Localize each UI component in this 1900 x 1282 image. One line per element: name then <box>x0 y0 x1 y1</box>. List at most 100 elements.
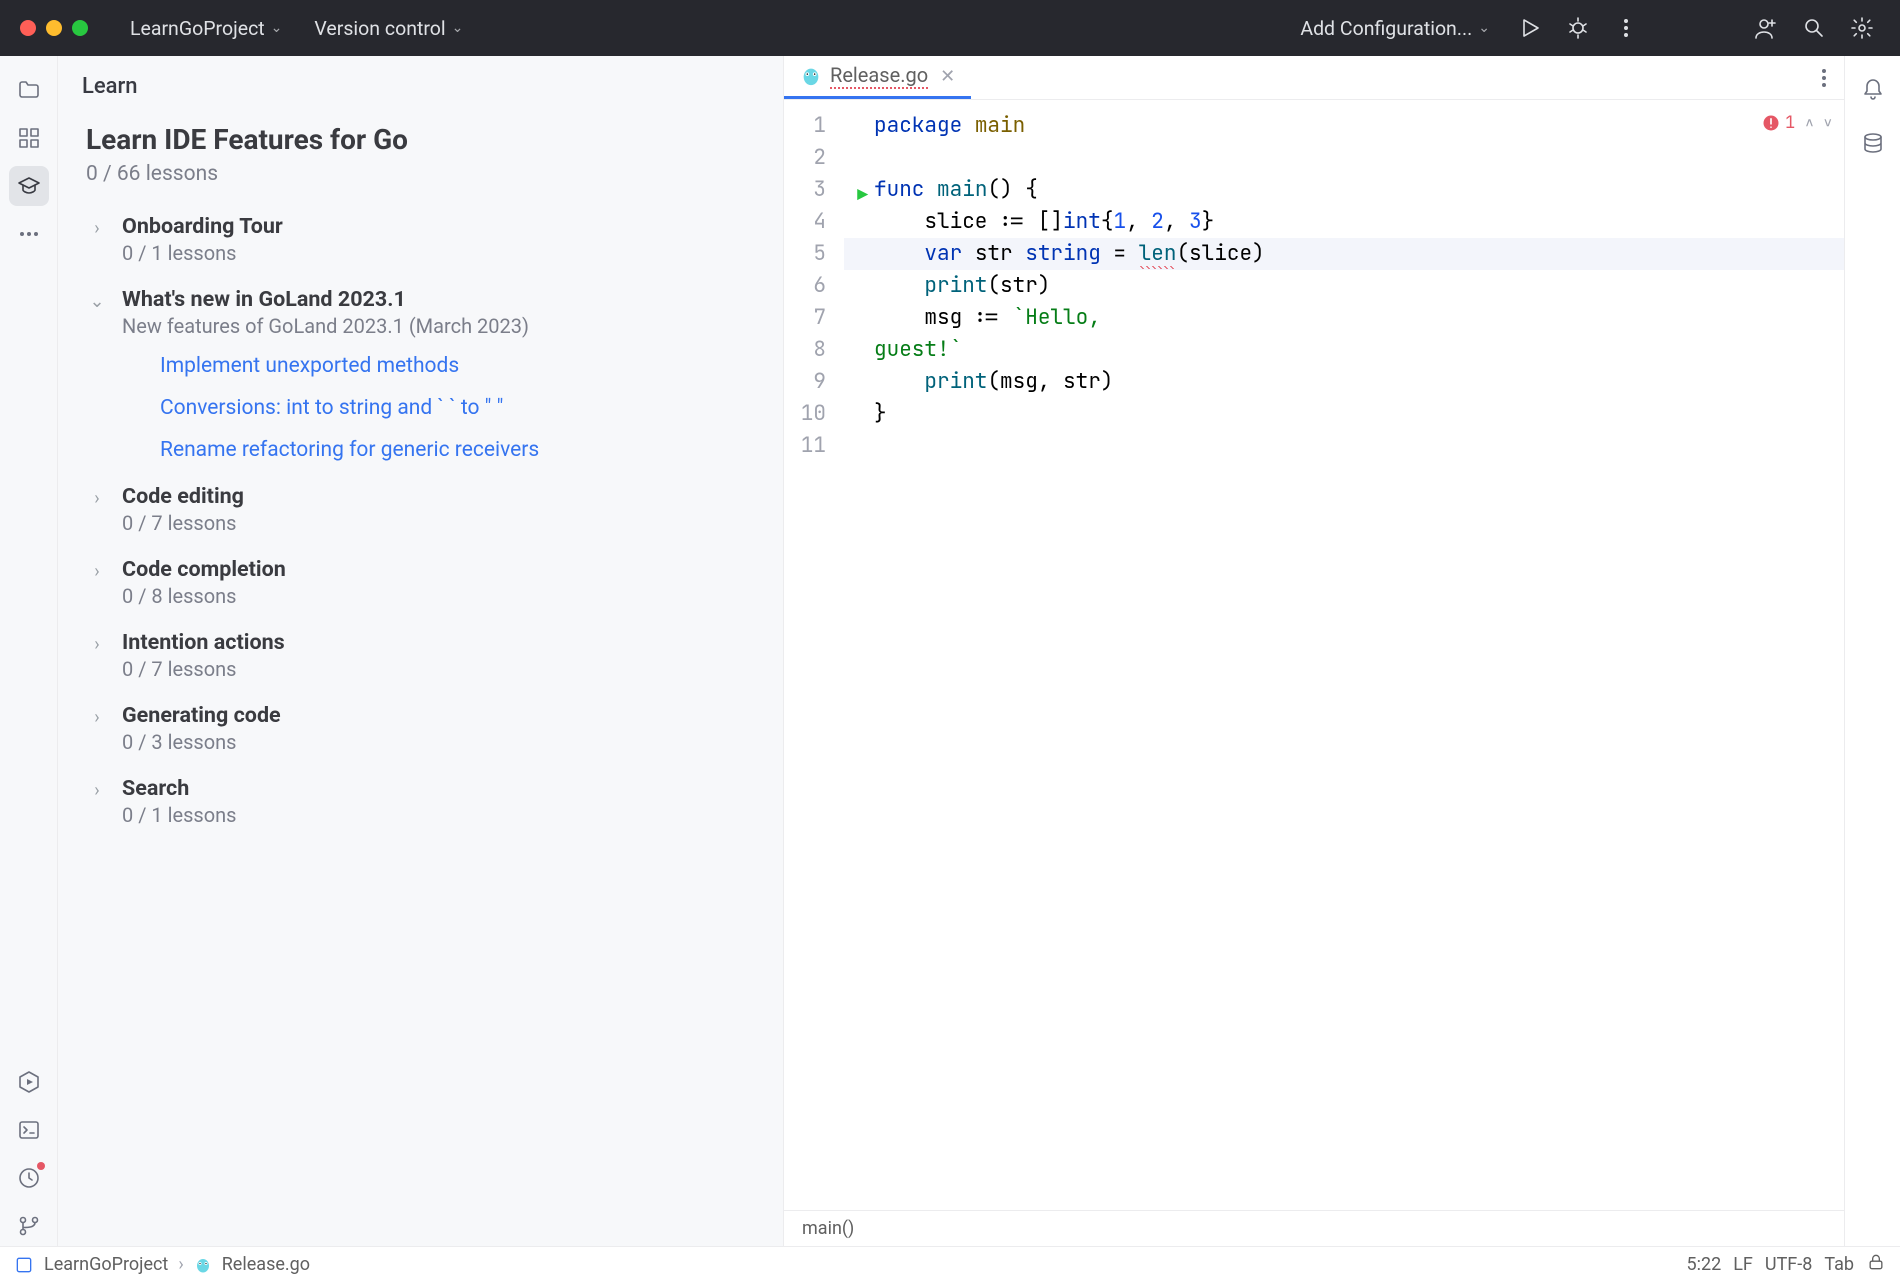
navbar-breadcrumb[interactable]: LearnGoProject › Release.go <box>14 1254 310 1275</box>
services-tool-button[interactable] <box>9 1062 49 1102</box>
chevron-right-icon: › <box>86 703 108 728</box>
line-separator[interactable]: LF <box>1733 1254 1753 1275</box>
bug-icon <box>1566 16 1590 40</box>
readonly-toggle[interactable] <box>1866 1252 1886 1277</box>
module-icon <box>14 1255 34 1275</box>
lesson-implement-unexported[interactable]: Implement unexported methods <box>160 354 755 378</box>
tab-release-go[interactable]: Release.go ✕ <box>784 56 971 99</box>
ellipsis-icon <box>17 222 41 246</box>
lesson-rename-refactor[interactable]: Rename refactoring for generic receivers <box>160 438 755 462</box>
error-icon <box>1761 113 1781 133</box>
run-button[interactable] <box>1512 10 1548 46</box>
next-highlight-icon[interactable]: ∨ <box>1824 114 1832 132</box>
run-config-selector[interactable]: Add Configuration... ⌄ <box>1290 11 1500 46</box>
editor-more-button[interactable] <box>1804 56 1844 99</box>
titlebar: LearnGoProject ⌄ Version control ⌄ Add C… <box>0 0 1900 56</box>
close-tab-icon[interactable]: ✕ <box>940 66 955 87</box>
chevron-down-icon: ⌄ <box>452 20 464 36</box>
code-with-me-button[interactable] <box>1748 10 1784 46</box>
code-editor[interactable]: 1 ∧ ∨ 1 2 3▶ 4 5 6 7 8 9 10 11 package m… <box>784 100 1844 1210</box>
terminal-icon <box>17 1118 41 1142</box>
section-onboarding[interactable]: › Onboarding Tour 0 / 1 lessons <box>86 214 755 265</box>
learn-body[interactable]: Learn IDE Features for Go 0 / 66 lessons… <box>58 113 783 869</box>
more-tool-button[interactable] <box>9 214 49 254</box>
folder-icon <box>17 78 41 102</box>
learn-tool-button[interactable] <box>9 166 49 206</box>
gutter: 1 2 3▶ 4 5 6 7 8 9 10 11 <box>784 100 844 1210</box>
go-file-icon <box>800 65 822 87</box>
section-search[interactable]: › Search 0 / 1 lessons <box>86 776 755 827</box>
section-whats-new[interactable]: ⌄ What's new in GoLand 2023.1 New featur… <box>86 287 755 462</box>
kebab-icon <box>1812 66 1836 90</box>
section-code-completion[interactable]: › Code completion 0 / 8 lessons <box>86 557 755 608</box>
graduation-cap-icon <box>17 174 41 198</box>
chevron-right-icon: › <box>86 630 108 655</box>
kebab-icon <box>1614 16 1638 40</box>
chevron-down-icon: ⌄ <box>86 287 108 312</box>
caret-position[interactable]: 5:22 <box>1687 1254 1722 1275</box>
database-icon <box>1861 132 1885 156</box>
structure-tool-button[interactable] <box>9 118 49 158</box>
go-file-icon <box>194 1256 212 1274</box>
prev-highlight-icon[interactable]: ∧ <box>1805 114 1813 132</box>
chevron-down-icon: ⌄ <box>1478 20 1490 36</box>
errors-badge: 1 <box>1761 112 1795 134</box>
problems-tool-button[interactable] <box>9 1158 49 1198</box>
notification-badge <box>37 1162 45 1170</box>
tab-label: Release.go <box>830 63 928 89</box>
mac-traffic-lights <box>20 20 88 36</box>
gear-icon <box>1850 16 1874 40</box>
bell-icon <box>1861 78 1885 102</box>
chevron-right-icon: › <box>178 1254 183 1275</box>
code-body[interactable]: package main func main() { slice := []in… <box>844 100 1844 1210</box>
hexagon-play-icon <box>17 1070 41 1094</box>
statusbar: LearnGoProject › Release.go 5:22 LF UTF-… <box>0 1246 1900 1282</box>
vcs-label: Version control <box>314 17 445 40</box>
terminal-tool-button[interactable] <box>9 1110 49 1150</box>
person-add-icon <box>1754 16 1778 40</box>
lock-icon <box>1866 1252 1886 1272</box>
search-button[interactable] <box>1796 10 1832 46</box>
settings-button[interactable] <box>1844 10 1880 46</box>
chevron-right-icon: › <box>86 557 108 582</box>
vcs-selector[interactable]: Version control ⌄ <box>304 11 473 46</box>
project-name: LearnGoProject <box>130 17 265 40</box>
indent-config[interactable]: Tab <box>1824 1254 1854 1275</box>
course-progress: 0 / 66 lessons <box>86 162 755 186</box>
vcs-tool-button[interactable] <box>9 1206 49 1246</box>
editor-breadcrumb[interactable]: main() <box>784 1210 1844 1246</box>
more-button[interactable] <box>1608 10 1644 46</box>
inspections-widget[interactable]: 1 ∧ ∨ <box>1761 112 1832 134</box>
grid-icon <box>17 126 41 150</box>
learn-panel: Learn Learn IDE Features for Go 0 / 66 l… <box>58 56 784 1246</box>
section-generating-code[interactable]: › Generating code 0 / 3 lessons <box>86 703 755 754</box>
run-gutter-icon[interactable]: ▶ <box>857 180 868 212</box>
chevron-right-icon: › <box>86 776 108 801</box>
clock-alert-icon <box>17 1166 41 1190</box>
lesson-conversions[interactable]: Conversions: int to string and ` ` to " … <box>160 396 755 420</box>
editor-tabs: Release.go ✕ <box>784 56 1844 100</box>
git-branch-icon <box>17 1214 41 1238</box>
fullscreen-icon[interactable] <box>72 20 88 36</box>
chevron-right-icon: › <box>86 214 108 239</box>
close-icon[interactable] <box>20 20 36 36</box>
run-config-label: Add Configuration... <box>1300 17 1472 40</box>
notifications-button[interactable] <box>1853 70 1893 110</box>
section-code-editing[interactable]: › Code editing 0 / 7 lessons <box>86 484 755 535</box>
course-title: Learn IDE Features for Go <box>86 123 755 156</box>
search-icon <box>1802 16 1826 40</box>
learn-header: Learn <box>58 56 783 113</box>
database-button[interactable] <box>1853 124 1893 164</box>
right-tool-rail <box>1844 56 1900 1246</box>
project-selector[interactable]: LearnGoProject ⌄ <box>120 11 292 46</box>
minimize-icon[interactable] <box>46 20 62 36</box>
chevron-down-icon: ⌄ <box>271 20 283 36</box>
project-tool-button[interactable] <box>9 70 49 110</box>
play-icon <box>1518 16 1542 40</box>
section-intention-actions[interactable]: › Intention actions 0 / 7 lessons <box>86 630 755 681</box>
debug-button[interactable] <box>1560 10 1596 46</box>
left-tool-rail <box>0 56 58 1246</box>
file-encoding[interactable]: UTF-8 <box>1765 1254 1812 1275</box>
editor: Release.go ✕ 1 ∧ ∨ 1 2 3▶ 4 5 <box>784 56 1844 1246</box>
chevron-right-icon: › <box>86 484 108 509</box>
